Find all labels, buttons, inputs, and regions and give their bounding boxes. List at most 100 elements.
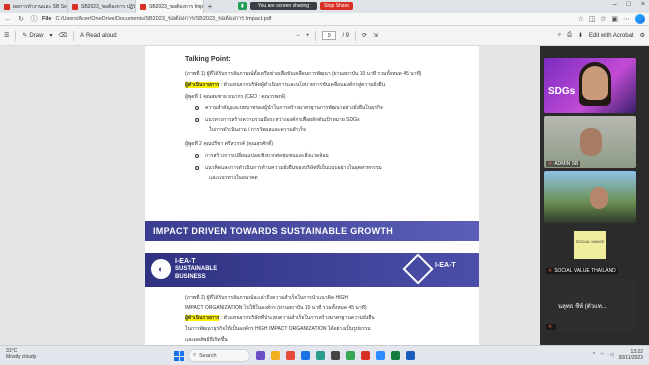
chrome-icon[interactable] xyxy=(346,351,355,360)
search-icon[interactable]: ⌕ xyxy=(558,32,561,39)
url-path: C:/Users/Acer/OneDrive/Documents/SB2023_… xyxy=(55,16,272,22)
eraser-icon[interactable]: ⌫ xyxy=(58,32,66,39)
bullet-icon xyxy=(195,105,199,110)
collections-icon[interactable]: ▣ xyxy=(611,15,618,23)
print-icon[interactable]: ⎙ xyxy=(567,32,572,39)
bullet-icon xyxy=(195,153,199,158)
mic-off-icon: ✕ xyxy=(548,161,553,167)
participant-video xyxy=(582,66,608,100)
participant-tile[interactable]: SOCIAL IMAGE ✕ SOCIAL VALUE THAILAND xyxy=(544,227,636,275)
date: 30/11/2023 xyxy=(618,355,643,361)
chevron-up-icon[interactable]: ^ xyxy=(593,352,595,358)
highlighted-text: ผู้ดำเนินรายการ xyxy=(185,315,220,321)
doc-line: และแนวทางในอนาคต xyxy=(209,175,258,181)
ieat-logo-icon: ◐ xyxy=(151,259,171,279)
doc-line: ผู้ดำเนินรายการ : ตัวแทนจากบริษัทที่ประส… xyxy=(185,314,375,322)
bullet-text: การสร้างการเปลี่ยนแปลงเชิงบวกต่อชุมชนและ… xyxy=(205,153,329,159)
doc-line-text: : ตัวแทนจากบริษัทที่ประสบความสำเร็จในการ… xyxy=(219,315,375,321)
star-icon[interactable]: ☆ xyxy=(578,15,584,23)
new-tab-button[interactable]: + xyxy=(204,0,216,13)
pdf-toolbar: ☰ ✎ Draw ▾ ⌫ A Read aloud − + 9 / 9 ⟳ ⇲ … xyxy=(0,26,649,46)
windows-start-icon[interactable] xyxy=(174,351,184,361)
draw-label: Draw xyxy=(29,32,44,39)
acrobat-button[interactable]: Edit with Acrobat xyxy=(589,33,634,39)
zoom-in-icon[interactable]: + xyxy=(306,33,310,39)
volume-icon[interactable]: ◁ xyxy=(609,352,613,358)
doc-line: (ภาพที่ 1) ผู้ที่ได้รับการสัมภาษณ์ตั้งเค… xyxy=(185,71,422,77)
doc-line: ผู้พูดที่ 1 คุณสมชาย ธนากร (CEO : คุณวรพ… xyxy=(185,94,286,100)
favorites-icon[interactable]: ✩ xyxy=(601,15,607,23)
settings-icon[interactable]: ⚙ xyxy=(640,32,645,39)
taskbar-search[interactable]: ⌕ Search xyxy=(188,349,250,362)
read-aloud-button[interactable]: A Read aloud xyxy=(80,33,117,39)
doc-line-text: : ตัวแทนจากบริษัทผู้ดำเนินการและนโยบายกา… xyxy=(219,82,386,88)
doc-line: ผู้พูดที่ 2 คุณปรีชา ศรีสวรรค์ (คุณสุรศั… xyxy=(185,141,274,147)
bullet-icon xyxy=(195,165,199,170)
talking-point-heading: Talking Point: xyxy=(185,56,231,63)
tab-label: SB2023_ขอต้องการ ปฏิบัติ... xyxy=(81,3,136,10)
clock[interactable]: 13:22 30/11/2023 xyxy=(618,349,643,361)
participant-video xyxy=(590,187,608,209)
participant-tile[interactable]: SDGs xyxy=(544,58,636,113)
share-message: You are screen sharing xyxy=(249,2,318,10)
rotate-icon[interactable]: ⟳ xyxy=(362,32,367,39)
bullet-icon xyxy=(195,117,199,122)
back-icon[interactable]: ← xyxy=(4,16,12,23)
weather-desc: Mostly cloudy xyxy=(6,354,37,360)
app-icon[interactable] xyxy=(316,351,325,360)
participant-tile[interactable]: ✕ ADMIN SB xyxy=(544,116,636,168)
file-explorer-icon[interactable] xyxy=(271,351,280,360)
search-icon: ⌕ xyxy=(193,352,197,358)
draw-tool[interactable]: ✎ Draw xyxy=(22,32,44,40)
url-scheme: File xyxy=(42,16,52,22)
page-number-input[interactable]: 9 xyxy=(322,31,337,40)
doc-line: ผู้ดำเนินรายการ : ตัวแทนจากบริษัทผู้ดำเน… xyxy=(185,81,385,89)
doc-line: และผลลัพธ์ที่เกิดขึ้น xyxy=(185,337,228,343)
window-controls: – □ × xyxy=(613,1,645,8)
maximize-icon[interactable]: □ xyxy=(627,1,631,8)
pdf-viewer[interactable]: Talking Point: (ภาพที่ 1) ผู้ที่ได้รับกา… xyxy=(0,46,540,345)
browser-tab[interactable]: ผลการทำงานและ SB Session 25... × xyxy=(0,0,68,13)
doc-line: IMPACT ORGANIZATION ไปใช้ในองค์กร (ผ่านส… xyxy=(185,305,367,311)
read-aloud-label: Read aloud xyxy=(85,32,117,39)
contents-icon[interactable]: ☰ xyxy=(4,32,9,39)
app-icon[interactable] xyxy=(256,351,265,360)
zoom-out-icon[interactable]: − xyxy=(296,33,300,39)
wifi-icon[interactable]: ◠ xyxy=(600,352,604,358)
zoom-icon[interactable] xyxy=(376,351,385,360)
save-icon[interactable]: ⬇ xyxy=(578,32,583,39)
share-status-icon: ▮ xyxy=(238,2,247,10)
fit-page-icon[interactable]: ⇲ xyxy=(373,32,378,39)
excel-icon[interactable] xyxy=(391,351,400,360)
mic-off-icon: ✕ xyxy=(548,268,553,274)
stop-share-button[interactable]: Stop Share xyxy=(320,2,354,10)
weather-widget[interactable]: 31°C Mostly cloudy xyxy=(6,348,36,360)
doc-line: ในการดำเนินงาน / การวัดผลและความสำเร็จ xyxy=(209,127,306,133)
word-icon[interactable] xyxy=(406,351,415,360)
participant-tile[interactable]: นลุทธ ชีห์ (ตัวแท... ✕ xyxy=(544,279,636,331)
impact-banner: IMPACT DRIVEN TOWARDS SUSTAINABLE GROWTH xyxy=(145,221,479,241)
store-icon[interactable] xyxy=(331,351,340,360)
refresh-icon[interactable]: ↻ xyxy=(17,15,25,23)
highlight-icon[interactable]: ▾ xyxy=(49,32,52,39)
browser-tab-active[interactable]: SB2023_ขอต้องการ Impact... × xyxy=(136,0,204,13)
highlighted-text: ผู้ดำเนินรายการ xyxy=(185,82,220,88)
url-field[interactable]: ⓘ File C:/Users/Acer/OneDrive/Documents/… xyxy=(30,14,573,24)
doc-bullet: แนวทางการสร้างความร่วมมือระหว่างองค์กรเพ… xyxy=(195,116,360,124)
participant-avatar: SOCIAL IMAGE xyxy=(574,231,606,259)
participant-tile[interactable] xyxy=(544,171,636,223)
app-icon[interactable] xyxy=(361,351,370,360)
pdf-icon xyxy=(140,3,146,10)
split-screen-icon[interactable]: ◫ xyxy=(589,15,596,23)
more-icon[interactable]: ⋯ xyxy=(623,15,630,23)
bullet-text: แนวคิดและการดำเนินการด้านความยั่งยืนของบ… xyxy=(205,165,382,171)
read-aloud-icon: A xyxy=(79,32,84,39)
copilot-icon[interactable] xyxy=(635,14,645,24)
screen-share-bar: ▮ You are screen sharing Stop Share xyxy=(238,1,354,11)
app-icon[interactable] xyxy=(286,351,295,360)
edge-icon[interactable] xyxy=(301,351,310,360)
close-window-icon[interactable]: × xyxy=(641,1,645,8)
taskbar-apps xyxy=(256,351,415,360)
minimize-icon[interactable]: – xyxy=(613,1,617,8)
browser-tab[interactable]: SB2023_ขอต้องการ ปฏิบัติ... × xyxy=(68,0,136,13)
